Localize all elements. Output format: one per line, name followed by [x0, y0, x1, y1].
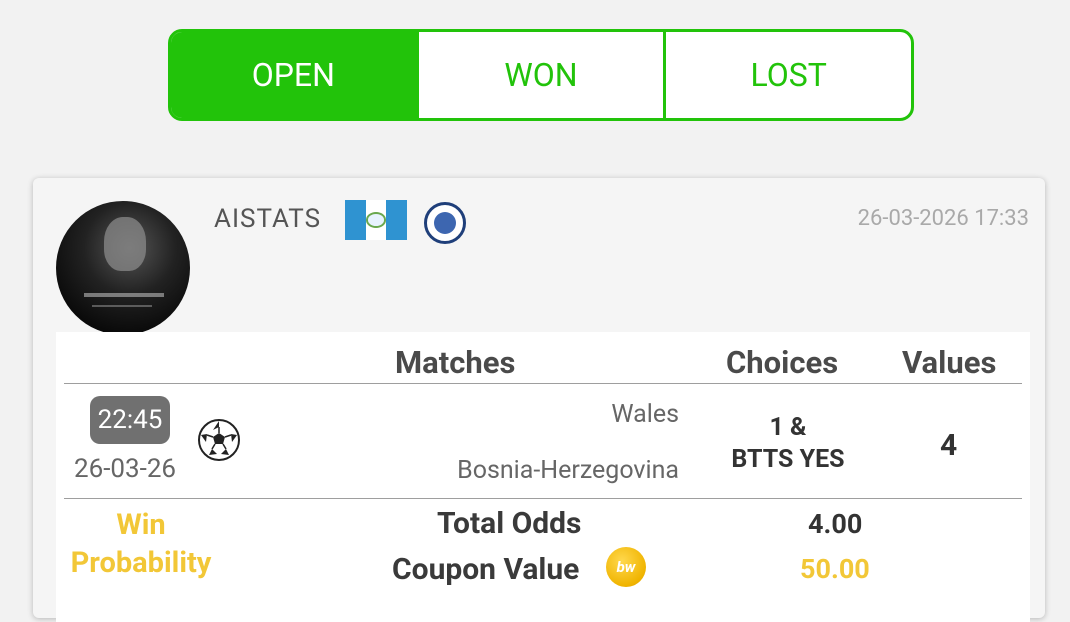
total-odds-label: Total Odds — [437, 506, 582, 541]
coupon-value-label: Coupon Value — [392, 552, 580, 587]
tab-lost[interactable]: LOST — [663, 32, 911, 118]
win-probability-label: Win Probability — [64, 506, 218, 582]
choice: 1 & BTTS YES — [698, 412, 878, 476]
divider — [64, 498, 1022, 499]
tab-open[interactable]: OPEN — [171, 32, 416, 118]
header-choices: Choices — [726, 344, 839, 381]
match-time-badge: 22:45 — [90, 396, 170, 444]
header-values: Values — [902, 344, 997, 381]
avatar-text-line — [84, 293, 164, 297]
win-prob-line2: Probability — [70, 546, 212, 580]
avatar[interactable] — [56, 201, 190, 335]
coin-icon: bw — [606, 547, 646, 587]
match-date: 26-03-26 — [74, 454, 177, 484]
avatar-face — [104, 217, 146, 271]
status-tabs: OPEN WON LOST — [168, 29, 914, 121]
post-datetime: 26-03-2026 17:33 — [857, 206, 1029, 231]
coupon-value: 50.00 — [800, 553, 870, 585]
header-matches: Matches — [395, 344, 516, 381]
home-team: Wales — [611, 400, 679, 429]
guatemala-flag-icon — [345, 200, 408, 240]
choice-line1: 1 & — [769, 413, 807, 442]
username[interactable]: AISTATS — [214, 204, 321, 234]
value: 4 — [940, 428, 958, 463]
win-prob-line1: Win — [116, 508, 166, 542]
club-crest-icon — [424, 202, 466, 244]
tab-won[interactable]: WON — [415, 32, 664, 118]
choice-line2: BTTS YES — [731, 445, 845, 474]
divider — [64, 383, 1022, 384]
avatar-text-line — [92, 305, 152, 307]
soccer-ball-icon — [198, 419, 240, 461]
coupon-table: Matches Choices Values 22:45 26-03-26 Wa… — [56, 332, 1030, 622]
away-team: Bosnia-Herzegovina — [457, 456, 679, 485]
coupon-card[interactable]: AISTATS 26-03-2026 17:33 Matches Choices… — [33, 178, 1045, 622]
total-odds-value: 4.00 — [808, 508, 863, 540]
